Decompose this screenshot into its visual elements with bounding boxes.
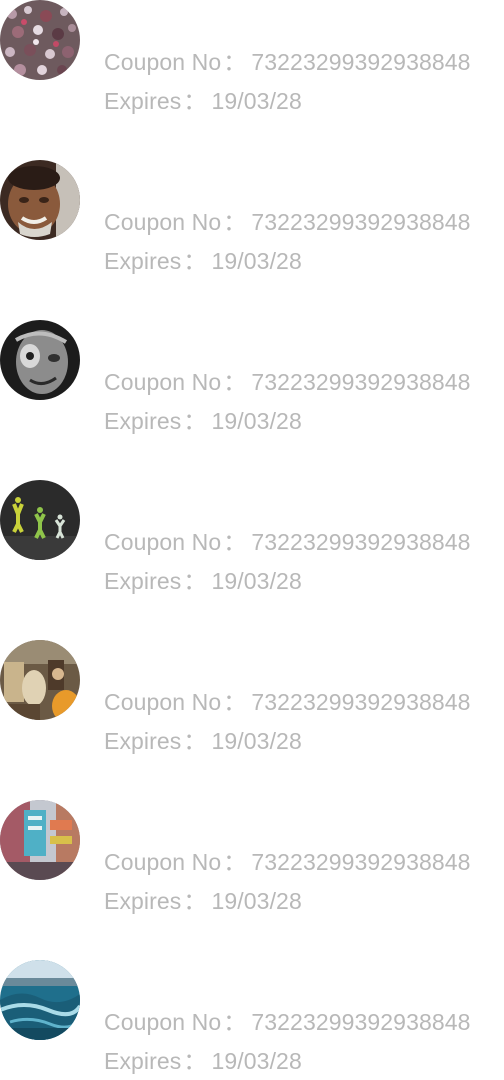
separator: ： <box>223 1009 247 1035</box>
avatar <box>0 960 80 1040</box>
expires-label: Expires <box>104 728 182 754</box>
coupon-number-line: Coupon No： 73223299392938848 <box>104 528 471 556</box>
coupon-number-label: Coupon No <box>104 369 222 395</box>
avatar <box>0 800 80 880</box>
avatar <box>0 160 80 240</box>
expires-label: Expires <box>104 88 182 114</box>
coupon-item[interactable]: Coupon No： 73223299392938848 Expires： 19/0… <box>0 480 504 600</box>
expiry-line: Expires： 19/03/28 <box>104 407 302 435</box>
coupon-number-line: Coupon No： 73223299392938848 <box>104 48 471 76</box>
expiry-line: Expires： 19/03/28 <box>104 887 302 915</box>
separator: ： <box>183 1048 207 1074</box>
coupon-number-line: Coupon No： 73223299392938848 <box>104 1008 471 1036</box>
expires-label: Expires <box>104 888 182 914</box>
coupon-number-label: Coupon No <box>104 689 222 715</box>
expiry-line: Expires： 19/03/28 <box>104 247 302 275</box>
avatar <box>0 0 80 80</box>
coupon-number-value: 73223299392938848 <box>251 849 471 875</box>
coupon-number-value: 73223299392938848 <box>251 1009 471 1035</box>
expires-value: 19/03/28 <box>211 248 302 274</box>
street-market-avatar <box>0 640 80 720</box>
separator: ： <box>183 408 207 434</box>
expires-label: Expires <box>104 568 182 594</box>
expires-value: 19/03/28 <box>211 728 302 754</box>
expires-value: 19/03/28 <box>211 408 302 434</box>
coupon-number-value: 73223299392938848 <box>251 49 471 75</box>
coupon-number-value: 73223299392938848 <box>251 689 471 715</box>
coupon-list: Coupon No： 73223299392938848 Expires： 19/0… <box>0 0 504 1076</box>
expires-value: 19/03/28 <box>211 888 302 914</box>
separator: ： <box>183 888 207 914</box>
expires-value: 19/03/28 <box>211 568 302 594</box>
separator: ： <box>223 369 247 395</box>
glitter-photo-avatar <box>0 0 80 80</box>
coupon-number-value: 73223299392938848 <box>251 369 471 395</box>
coupon-item[interactable]: Coupon No： 73223299392938848 Expires： 19/0… <box>0 0 504 120</box>
expiry-line: Expires： 19/03/28 <box>104 567 302 595</box>
coupon-number-label: Coupon No <box>104 209 222 235</box>
coupon-item[interactable]: Coupon No： 73223299392938848 Expires： 19/0… <box>0 320 504 440</box>
expires-value: 19/03/28 <box>211 88 302 114</box>
expiry-line: Expires： 19/03/28 <box>104 727 302 755</box>
coupon-item[interactable]: Coupon No： 73223299392938848 Expires： 19/0… <box>0 800 504 920</box>
separator: ： <box>223 49 247 75</box>
coupon-number-value: 73223299392938848 <box>251 529 471 555</box>
old-man-portrait-avatar <box>0 160 80 240</box>
ocean-wave-avatar <box>0 960 80 1040</box>
coupon-number-value: 73223299392938848 <box>251 209 471 235</box>
coupon-item[interactable]: Coupon No： 73223299392938848 Expires： 19/0… <box>0 160 504 280</box>
coupon-number-label: Coupon No <box>104 49 222 75</box>
coupon-item[interactable]: Coupon No： 73223299392938848 Expires： 19/0… <box>0 640 504 760</box>
separator: ： <box>183 88 207 114</box>
avatar <box>0 320 80 400</box>
coupon-number-line: Coupon No： 73223299392938848 <box>104 688 471 716</box>
jumping-figures-avatar <box>0 480 80 560</box>
separator: ： <box>183 248 207 274</box>
coupon-number-label: Coupon No <box>104 1009 222 1035</box>
city-signs-avatar <box>0 800 80 880</box>
coupon-item[interactable]: Coupon No： 73223299392938848 Expires： 19/0… <box>0 960 504 1080</box>
coupon-number-line: Coupon No： 73223299392938848 <box>104 848 471 876</box>
separator: ： <box>223 689 247 715</box>
bw-face-portrait-avatar <box>0 320 80 400</box>
coupon-number-label: Coupon No <box>104 849 222 875</box>
coupon-number-label: Coupon No <box>104 529 222 555</box>
avatar <box>0 480 80 560</box>
separator: ： <box>223 209 247 235</box>
coupon-number-line: Coupon No： 73223299392938848 <box>104 208 471 236</box>
separator: ： <box>223 529 247 555</box>
expires-value: 19/03/28 <box>211 1048 302 1074</box>
expires-label: Expires <box>104 408 182 434</box>
coupon-number-line: Coupon No： 73223299392938848 <box>104 368 471 396</box>
expiry-line: Expires： 19/03/28 <box>104 1047 302 1075</box>
separator: ： <box>183 728 207 754</box>
expiry-line: Expires： 19/03/28 <box>104 87 302 115</box>
expires-label: Expires <box>104 1048 182 1074</box>
separator: ： <box>183 568 207 594</box>
avatar <box>0 640 80 720</box>
separator: ： <box>223 849 247 875</box>
expires-label: Expires <box>104 248 182 274</box>
